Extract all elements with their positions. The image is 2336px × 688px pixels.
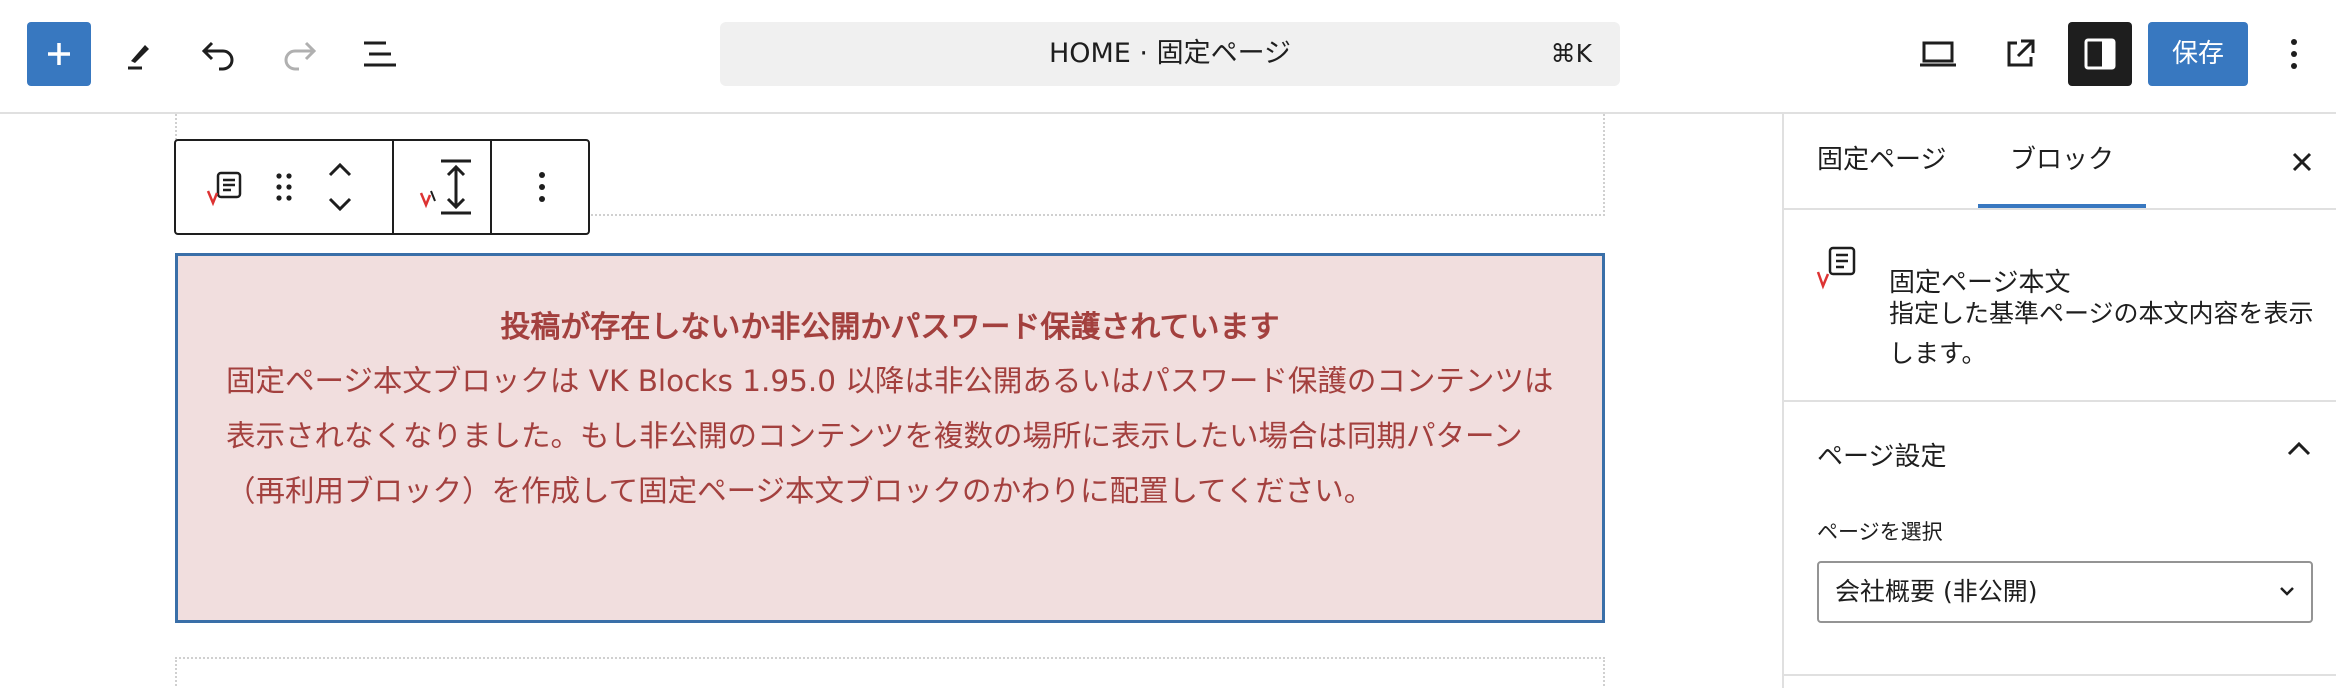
save-button[interactable]: 保存 (2148, 22, 2248, 86)
close-icon (2292, 152, 2312, 172)
redo-icon (284, 41, 317, 71)
close-sidebar-button[interactable] (2284, 144, 2320, 180)
chevron-down-icon (2280, 587, 2294, 596)
page-content-notice[interactable]: 投稿が存在しないか非公開かパスワード保護されています 固定ページ本文ブロックは … (175, 253, 1605, 623)
toolbar-separator (392, 141, 394, 233)
block-toolbar (174, 139, 590, 235)
more-options-button[interactable] (502, 141, 582, 233)
select-chevron (2277, 581, 2297, 605)
toolbar-separator (490, 141, 492, 233)
sidebar-icon (2084, 38, 2116, 70)
block-card-icon-wrap (1814, 244, 1860, 298)
preview-button[interactable] (1906, 22, 1970, 86)
vertical-space-icon (419, 159, 471, 215)
pencil-icon (128, 45, 149, 70)
options-button[interactable] (2262, 22, 2326, 86)
move-up-down-buttons[interactable] (316, 141, 364, 233)
editor-header: HOME · 固定ページ ⌘K 保存 (0, 0, 2336, 114)
tab-block[interactable]: ブロック (2010, 114, 2114, 208)
page-content-block-icon (206, 171, 242, 207)
sidebar-tabs: 固定ページ ブロック (1784, 114, 2336, 210)
drag-handle-icon (276, 173, 292, 201)
list-view-icon (364, 41, 396, 67)
document-overview-button[interactable] (348, 22, 412, 86)
plus-icon (48, 43, 70, 65)
editor-canvas: 投稿が存在しないか非公開かパスワード保護されています 固定ページ本文ブロックは … (0, 114, 1782, 688)
settings-sidebar: 固定ページ ブロック 固定ページ本文 指定した基準ページの本文内容を表示します。… (1782, 114, 2336, 688)
external-link-icon (2007, 39, 2035, 67)
command-shortcut: ⌘K (1550, 39, 1592, 68)
notice-title: 投稿が存在しないか非公開かパスワード保護されています (500, 310, 1280, 345)
document-title: HOME · 固定ページ (1048, 38, 1292, 69)
panel-toggle[interactable] (2286, 440, 2312, 462)
chevron-up-icon (2287, 441, 2311, 456)
panel-title[interactable]: ページ設定 (1817, 436, 1946, 473)
drag-handle[interactable] (262, 141, 306, 233)
laptop-icon (1920, 41, 1956, 67)
vertical-ellipsis-icon (2291, 39, 2297, 69)
page-select[interactable]: 会社概要 (非公開) (1817, 561, 2313, 623)
view-page-button[interactable] (1988, 22, 2052, 86)
more-options-icon (539, 172, 545, 202)
page-content-block-icon (1816, 246, 1856, 290)
tools-button[interactable] (108, 22, 172, 86)
vertical-space-button[interactable] (406, 141, 488, 233)
next-block-outline[interactable] (175, 657, 1605, 688)
undo-icon (201, 41, 234, 71)
move-up-down-icon (328, 162, 352, 212)
panel-divider (1784, 674, 2336, 676)
command-palette-bar[interactable]: HOME · 固定ページ ⌘K (720, 22, 1620, 86)
redo-button[interactable] (268, 22, 332, 86)
active-tab-indicator (1978, 204, 2146, 208)
block-type-button[interactable] (196, 141, 252, 233)
notice-body: 固定ページ本文ブロックは VK Blocks 1.95.0 以降は非公開あるいは… (226, 364, 1554, 508)
page-select-value: 会社概要 (非公開) (1835, 577, 2038, 606)
undo-button[interactable] (186, 22, 250, 86)
page-select-label: ページを選択 (1817, 520, 1943, 544)
block-card-description: 指定した基準ページの本文内容を表示します。 (1889, 299, 2314, 368)
tab-page[interactable]: 固定ページ (1817, 114, 1946, 208)
settings-toggle-button[interactable] (2068, 22, 2132, 86)
add-block-button[interactable] (27, 22, 91, 86)
